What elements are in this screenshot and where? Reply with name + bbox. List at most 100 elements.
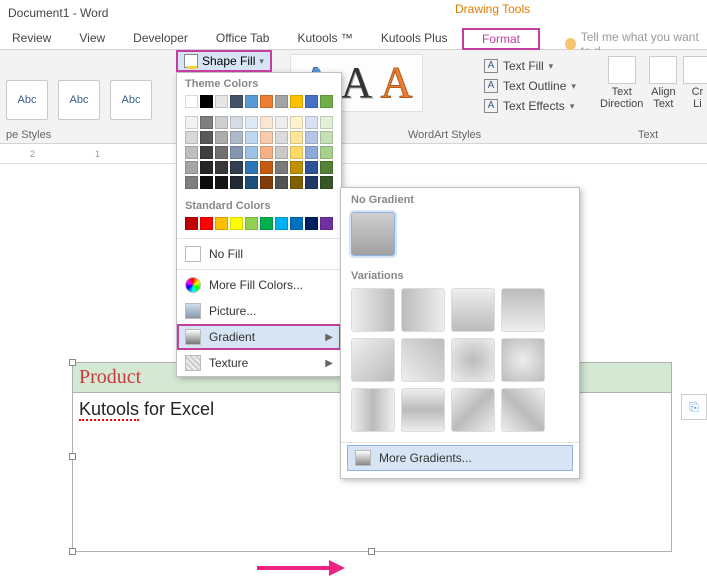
color-swatch[interactable] [305,95,318,108]
color-swatch[interactable] [200,161,213,174]
color-swatch[interactable] [260,217,273,230]
gradient-variation[interactable] [351,288,395,332]
color-swatch[interactable] [200,116,213,129]
resize-handle[interactable] [69,453,76,460]
gradient-variation[interactable] [501,288,545,332]
wordart-style-3[interactable]: A [381,61,413,105]
color-swatch[interactable] [200,95,213,108]
color-swatch[interactable] [290,131,303,144]
color-swatch[interactable] [245,116,258,129]
resize-handle[interactable] [69,359,76,366]
color-swatch[interactable] [230,176,243,189]
color-swatch[interactable] [260,116,273,129]
layout-options-button[interactable]: ⎘ [681,394,707,420]
gradient-variation[interactable] [351,388,395,432]
color-swatch[interactable] [305,161,318,174]
color-swatch[interactable] [275,176,288,189]
color-swatch[interactable] [260,176,273,189]
color-swatch[interactable] [290,161,303,174]
color-swatch[interactable] [305,146,318,159]
gradient-variation[interactable] [451,288,495,332]
color-swatch[interactable] [185,161,198,174]
color-swatch[interactable] [230,116,243,129]
gradient-variation[interactable] [451,388,495,432]
color-swatch[interactable] [305,217,318,230]
more-gradients-item[interactable]: More Gradients... [347,445,573,471]
color-swatch[interactable] [290,95,303,108]
color-swatch[interactable] [245,146,258,159]
color-swatch[interactable] [230,161,243,174]
shape-style-1[interactable]: Abc [6,80,48,120]
color-swatch[interactable] [185,95,198,108]
color-swatch[interactable] [230,146,243,159]
gradient-variation[interactable] [401,338,445,382]
color-swatch[interactable] [230,217,243,230]
color-swatch[interactable] [230,131,243,144]
gradient-variation[interactable] [351,338,395,382]
color-swatch[interactable] [290,146,303,159]
color-swatch[interactable] [275,95,288,108]
color-swatch[interactable] [200,176,213,189]
color-swatch[interactable] [275,161,288,174]
gradient-variation[interactable] [501,338,545,382]
color-swatch[interactable] [185,146,198,159]
gradient-variation[interactable] [401,288,445,332]
color-swatch[interactable] [215,176,228,189]
color-swatch[interactable] [200,217,213,230]
color-swatch[interactable] [245,161,258,174]
color-swatch[interactable] [215,116,228,129]
color-swatch[interactable] [215,217,228,230]
texture-fill-item[interactable]: Texture▶ [177,350,341,376]
text-outline-button[interactable]: AText Outline▾ [480,76,580,96]
color-swatch[interactable] [215,95,228,108]
color-swatch[interactable] [245,176,258,189]
color-swatch[interactable] [260,131,273,144]
color-swatch[interactable] [185,131,198,144]
color-swatch[interactable] [305,176,318,189]
wordart-style-2[interactable]: A [341,61,373,105]
color-swatch[interactable] [245,95,258,108]
color-swatch[interactable] [260,95,273,108]
color-swatch[interactable] [320,95,333,108]
picture-fill-item[interactable]: Picture... [177,298,341,324]
color-swatch[interactable] [275,116,288,129]
color-swatch[interactable] [185,217,198,230]
tab-developer[interactable]: Developer [127,27,194,49]
color-swatch[interactable] [275,131,288,144]
color-swatch[interactable] [260,161,273,174]
color-swatch[interactable] [200,131,213,144]
color-swatch[interactable] [230,95,243,108]
color-swatch[interactable] [320,131,333,144]
no-fill-item[interactable]: No Fill [177,241,341,267]
color-swatch[interactable] [185,176,198,189]
more-fill-colors-item[interactable]: More Fill Colors... [177,272,341,298]
color-swatch[interactable] [290,176,303,189]
color-swatch[interactable] [245,217,258,230]
tab-format[interactable]: Format [462,28,540,50]
resize-handle[interactable] [69,548,76,555]
align-text-button[interactable]: Align Text [649,56,677,110]
tab-review[interactable]: Review [6,27,57,49]
gradient-variation[interactable] [401,388,445,432]
create-link-button[interactable]: Cr Li [683,56,707,110]
shape-style-3[interactable]: Abc [110,80,152,120]
color-swatch[interactable] [245,131,258,144]
tab-kutools-plus[interactable]: Kutools Plus [375,27,454,49]
color-swatch[interactable] [275,217,288,230]
text-direction-button[interactable]: Text Direction [600,56,643,110]
text-effects-button[interactable]: AText Effects▾ [480,96,580,116]
color-swatch[interactable] [275,146,288,159]
color-swatch[interactable] [305,116,318,129]
color-swatch[interactable] [260,146,273,159]
color-swatch[interactable] [305,131,318,144]
color-swatch[interactable] [215,161,228,174]
color-swatch[interactable] [290,116,303,129]
no-gradient-swatch[interactable] [351,212,395,256]
tab-office-tab[interactable]: Office Tab [210,27,276,49]
gradient-variation[interactable] [451,338,495,382]
tab-view[interactable]: View [73,27,111,49]
tab-kutools[interactable]: Kutools ™ [291,27,358,49]
color-swatch[interactable] [185,116,198,129]
color-swatch[interactable] [215,131,228,144]
gradient-variation[interactable] [501,388,545,432]
